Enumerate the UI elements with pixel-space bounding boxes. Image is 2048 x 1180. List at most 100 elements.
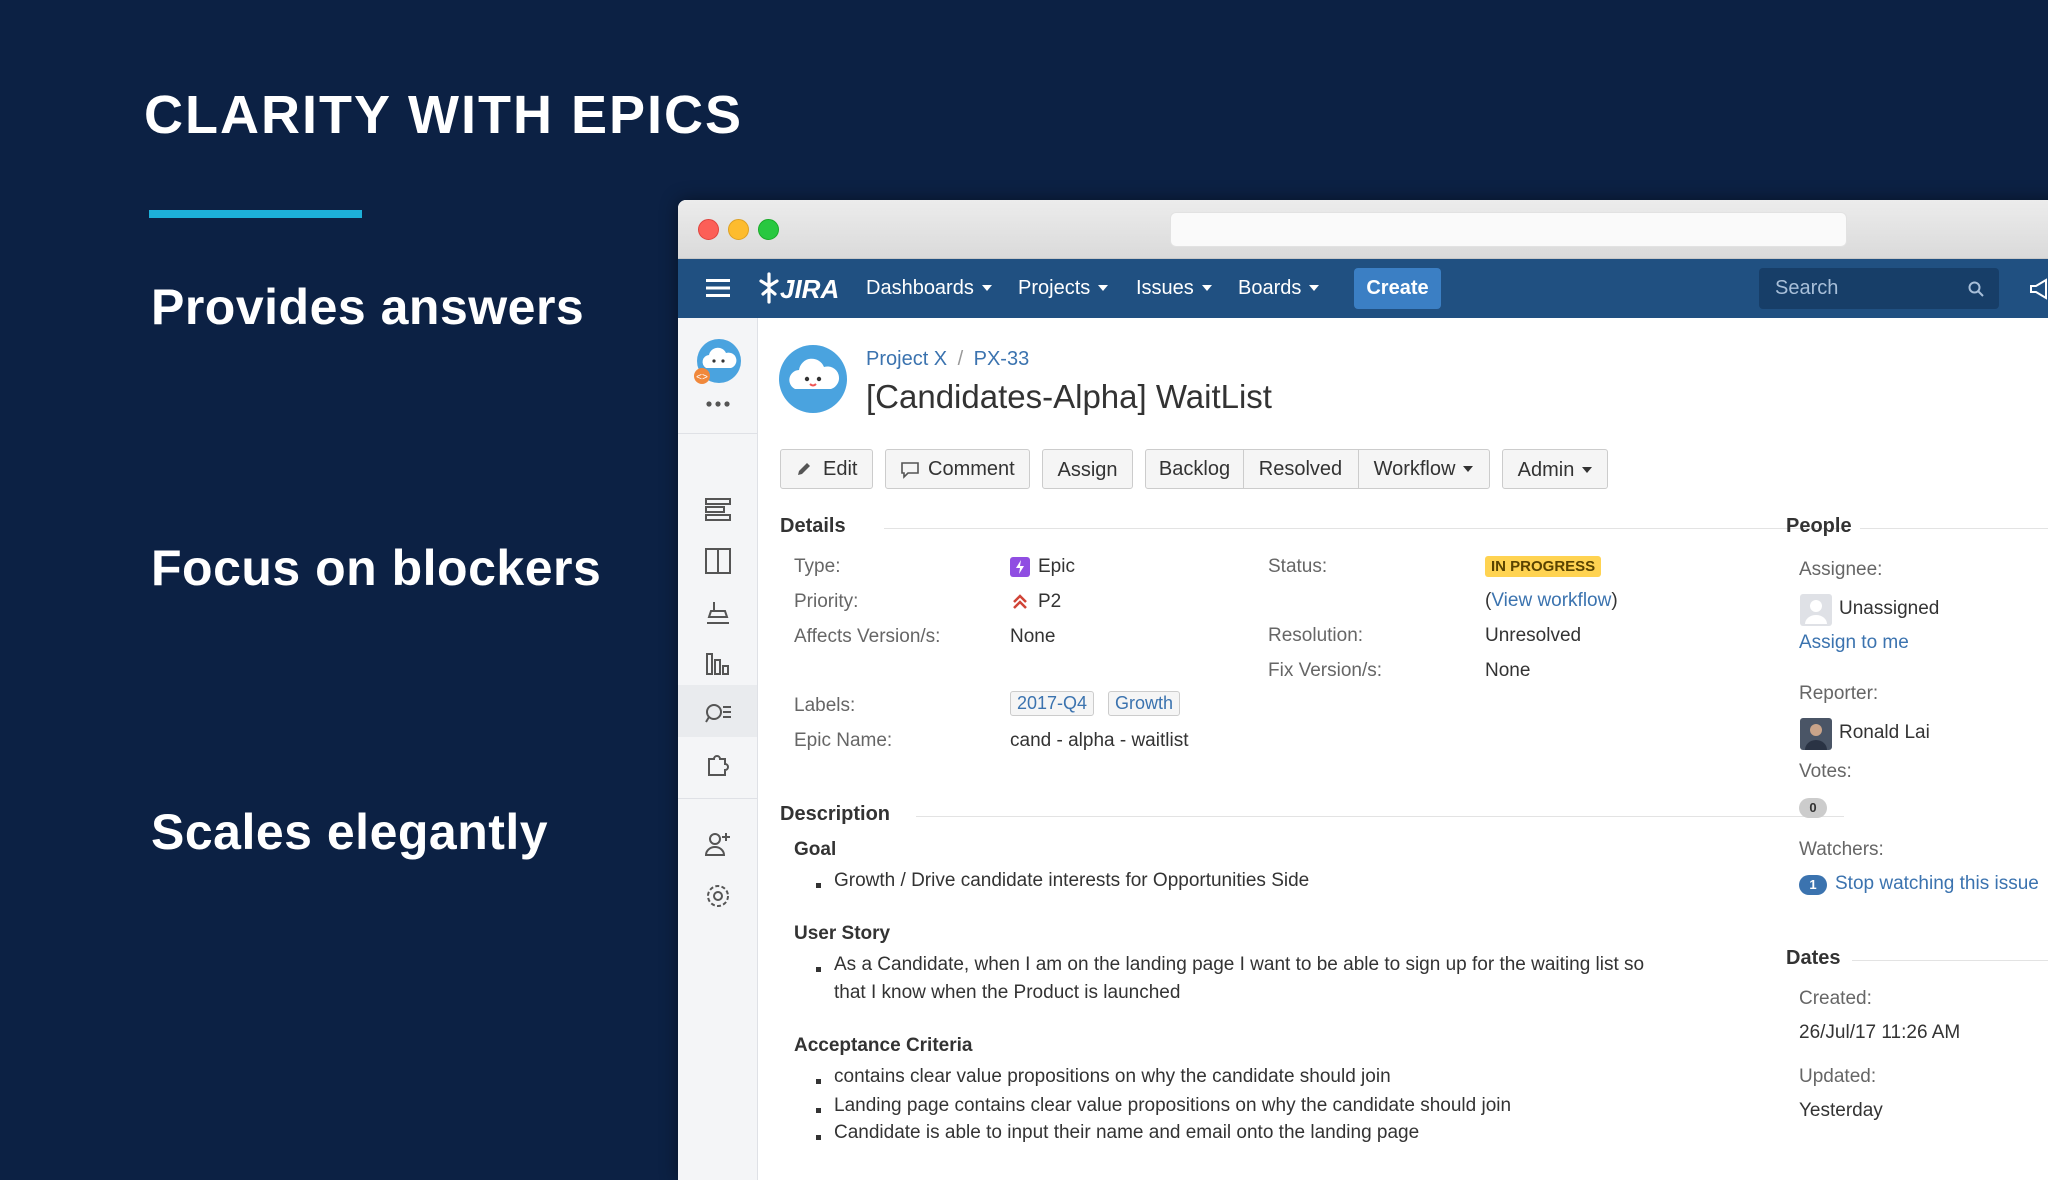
stop-watching-link[interactable]: Stop watching this issue <box>1835 873 2039 895</box>
nav-projects-label: Projects <box>1018 277 1091 299</box>
add-people-icon[interactable] <box>703 829 733 859</box>
goal-heading: Goal <box>794 839 837 860</box>
label-tag[interactable]: Growth <box>1108 691 1181 716</box>
view-workflow-link[interactable]: View workflow <box>1491 590 1611 611</box>
assignee-value: Unassigned <box>1839 598 1940 619</box>
chevron-down-icon <box>981 285 992 291</box>
watchers-count-badge[interactable]: 1 <box>1799 875 1827 895</box>
priority-value: P2 <box>1038 591 1062 612</box>
add-ons-puzzle-icon[interactable] <box>703 749 733 779</box>
label-tag[interactable]: 2017-Q4 <box>1010 691 1095 716</box>
nav-dashboards[interactable]: Dashboards <box>866 259 992 318</box>
releases-icon[interactable] <box>703 597 733 627</box>
description-rule <box>916 816 1844 817</box>
details-heading: Details <box>780 515 846 537</box>
minimize-window-button[interactable] <box>728 219 749 240</box>
chevron-down-icon <box>1309 285 1320 291</box>
assignee-label: Assignee: <box>1799 559 1883 580</box>
description-heading: Description <box>780 803 891 825</box>
backlog-icon[interactable] <box>703 495 733 525</box>
reports-icon[interactable] <box>703 648 733 678</box>
backlog-button[interactable]: Backlog <box>1146 450 1244 488</box>
address-bar[interactable] <box>1170 212 1847 247</box>
view-workflow-close-paren: ) <box>1611 590 1618 611</box>
assign-to-me-link[interactable]: Assign to me <box>1799 632 1909 654</box>
dates-heading: Dates <box>1786 947 1841 969</box>
assign-button[interactable]: Assign <box>1042 449 1133 489</box>
breadcrumb: Project X / PX-33 <box>866 348 1029 371</box>
more-icon[interactable] <box>706 400 730 408</box>
admin-label: Admin <box>1517 459 1575 481</box>
close-window-button[interactable] <box>698 219 719 240</box>
jira-logo-text: JIRA <box>780 274 840 304</box>
nav-projects[interactable]: Projects <box>1018 259 1109 318</box>
point-scales-elegantly: Scales elegantly <box>151 804 549 860</box>
nav-issues-label: Issues <box>1136 277 1194 299</box>
comment-button[interactable]: Comment <box>885 449 1030 489</box>
people-heading: People <box>1786 515 1852 537</box>
sidebar-divider <box>678 798 757 799</box>
settings-gear-icon[interactable] <box>703 881 733 911</box>
project-avatar[interactable]: <> <box>694 338 744 388</box>
menu-icon[interactable] <box>706 278 730 303</box>
resolved-button[interactable]: Resolved <box>1243 450 1359 488</box>
fix-version-label: Fix Version/s: <box>1268 660 1383 681</box>
point-focus-on-blockers: Focus on blockers <box>151 540 602 596</box>
resolution-label: Resolution: <box>1268 625 1364 646</box>
epic-icon <box>1010 557 1030 577</box>
maximize-window-button[interactable] <box>758 219 779 240</box>
issue-title: [Candidates-Alpha] WaitList <box>866 378 1272 415</box>
create-button[interactable]: Create <box>1354 268 1441 309</box>
edit-button[interactable]: Edit <box>780 449 873 489</box>
criteria-item: Candidate is able to input their name an… <box>834 1122 1420 1143</box>
bullet <box>816 1079 821 1084</box>
megaphone-icon[interactable] <box>2028 277 2048 301</box>
breadcrumb-project[interactable]: Project X <box>866 348 947 370</box>
workflow-button-group: Backlog Resolved Workflow <box>1145 449 1490 489</box>
bullet <box>816 967 821 972</box>
priority-label: Priority: <box>794 591 859 612</box>
board-icon[interactable] <box>703 546 733 576</box>
type-label: Type: <box>794 556 841 577</box>
chevron-down-icon <box>1582 467 1593 473</box>
search-icon <box>1968 281 1984 297</box>
point-provides-answers: Provides answers <box>151 279 585 335</box>
nav-boards[interactable]: Boards <box>1238 259 1320 318</box>
type-value: Epic <box>1038 556 1075 577</box>
edit-label: Edit <box>823 458 858 480</box>
project-sidebar: <> <box>678 318 758 1180</box>
bullet <box>816 1108 821 1113</box>
watchers-label: Watchers: <box>1799 839 1884 860</box>
votes-count-badge[interactable]: 0 <box>1799 798 1827 818</box>
svg-text:<>: <> <box>696 372 708 383</box>
workflow-dropdown[interactable]: Workflow <box>1358 450 1489 488</box>
comment-icon <box>901 462 919 479</box>
labels-label: Labels: <box>794 695 856 716</box>
resolution-value: Unresolved <box>1485 625 1582 646</box>
reporter-value: Ronald Lai <box>1839 722 1930 743</box>
breadcrumb-separator: / <box>957 348 964 370</box>
bullet <box>816 883 821 888</box>
user-story-line-1: As a Candidate, when I am on the landing… <box>834 954 1645 975</box>
search-input[interactable]: Search <box>1759 268 1999 309</box>
jira-logo-icon <box>759 272 779 304</box>
votes-label: Votes: <box>1799 761 1852 782</box>
issues-search-icon[interactable] <box>703 698 733 728</box>
reporter-label: Reporter: <box>1799 683 1879 704</box>
nav-boards-label: Boards <box>1238 277 1302 299</box>
criteria-item: contains clear value propositions on why… <box>834 1066 1391 1087</box>
nav-issues[interactable]: Issues <box>1136 259 1212 318</box>
view-workflow: (View workflow) <box>1485 590 1618 612</box>
browser-window: JIRA Dashboards Projects Issues Boards C… <box>678 200 2048 1180</box>
top-navbar: JIRA Dashboards Projects Issues Boards C… <box>678 259 2048 318</box>
admin-dropdown[interactable]: Admin <box>1502 449 1608 489</box>
epic-name-label: Epic Name: <box>794 730 893 751</box>
bullet <box>816 1135 821 1140</box>
reporter-avatar <box>1800 718 1832 750</box>
fix-version-value: None <box>1485 660 1531 681</box>
updated-label: Updated: <box>1799 1066 1877 1087</box>
breadcrumb-issue-key[interactable]: PX-33 <box>974 348 1030 370</box>
people-rule <box>1860 528 2048 529</box>
goal-item: Growth / Drive candidate interests for O… <box>834 870 1310 891</box>
affects-version-value: None <box>1010 626 1056 647</box>
